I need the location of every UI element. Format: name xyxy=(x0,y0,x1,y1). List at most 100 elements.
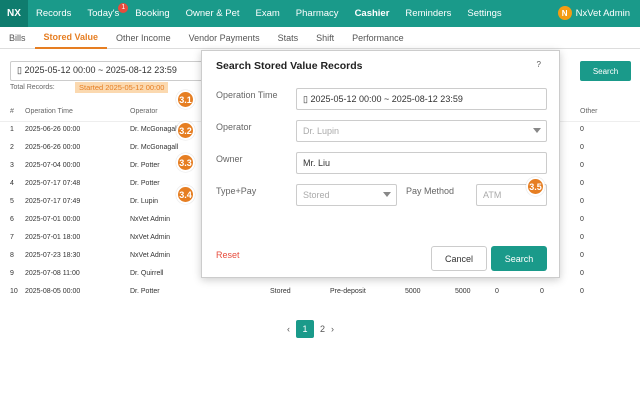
nav-todays[interactable]: Today's 1 xyxy=(79,0,129,27)
user-menu[interactable]: N NxVet Admin xyxy=(557,6,630,20)
col-number: # xyxy=(10,108,14,115)
top-navbar: NX Records Today's 1 Booking Owner & Pet … xyxy=(0,0,640,27)
search-dialog: Search Stored Value Records ? Operation … xyxy=(201,50,560,278)
cell-op: Dr. Quirrell xyxy=(130,270,164,277)
operator-value: Dr. Lupin xyxy=(303,126,340,136)
page-1-button[interactable]: 1 xyxy=(296,320,314,338)
dialog-search-button[interactable]: Search xyxy=(491,246,547,271)
operation-time-label: Operation Time xyxy=(216,90,278,100)
cell-c1: 0 xyxy=(495,288,499,295)
cell-n: 1 xyxy=(10,126,14,133)
nav-booking[interactable]: Booking xyxy=(127,0,177,27)
tab-stored-value[interactable]: Stored Value xyxy=(34,27,108,49)
dialog-title: Search Stored Value Records xyxy=(216,60,363,72)
cell-op: NxVet Admin xyxy=(130,216,171,223)
cell-other: 0 xyxy=(580,180,584,187)
cell-amt1: 5000 xyxy=(405,288,421,295)
cell-n: 6 xyxy=(10,216,14,223)
operator-select[interactable]: Dr. Lupin xyxy=(296,120,547,142)
step-marker: 3.2 xyxy=(176,121,195,140)
cell-op: Dr. Potter xyxy=(130,288,160,295)
cell-other: 0 xyxy=(580,252,584,259)
cell-time: 2025-06-26 00:00 xyxy=(25,144,81,151)
pagination: ‹ 1 2 › xyxy=(287,320,334,338)
operator-label: Operator xyxy=(216,122,252,132)
cell-n: 5 xyxy=(10,198,14,205)
help-icon[interactable]: ? xyxy=(537,60,541,69)
date-range-filter[interactable]: ▯ 2025-05-12 00:00 ~ 2025-08-12 23:59 xyxy=(10,61,210,81)
next-page-button[interactable]: › xyxy=(331,324,334,334)
operation-time-value: 2025-05-12 00:00 ~ 2025-08-12 23:59 xyxy=(310,94,463,104)
chevron-down-icon xyxy=(533,128,541,133)
prev-page-button[interactable]: ‹ xyxy=(287,324,290,334)
cell-time: 2025-06-26 00:00 xyxy=(25,126,81,133)
tab-other-income[interactable]: Other Income xyxy=(107,27,180,49)
col-operation-time: Operation Time xyxy=(25,108,73,115)
owner-input[interactable]: Mr. Liu xyxy=(296,152,547,174)
cell-other: 0 xyxy=(580,234,584,241)
tab-stats[interactable]: Stats xyxy=(269,27,308,49)
date-range-value: 2025-05-12 00:00 ~ 2025-08-12 23:59 xyxy=(24,65,177,75)
avatar: N xyxy=(557,6,572,20)
owner-value: Mr. Liu xyxy=(303,158,331,168)
reset-button[interactable]: Reset xyxy=(216,250,240,260)
nav-owner-pet[interactable]: Owner & Pet xyxy=(178,0,248,27)
page-2-button[interactable]: 2 xyxy=(320,324,325,334)
filter-tag[interactable]: Started 2025-05-12 00:00 xyxy=(75,82,169,93)
table-row[interactable]: 10 2025-08-05 00:00 Dr. Potter Stored Pre-de… xyxy=(0,284,640,302)
cell-other: 0 xyxy=(580,144,584,151)
owner-label: Owner xyxy=(216,154,243,164)
cell-time: 2025-07-23 18:30 xyxy=(25,252,81,259)
chevron-down-icon xyxy=(383,192,391,197)
cell-other: 0 xyxy=(580,288,584,295)
cell-n: 7 xyxy=(10,234,14,241)
cell-n: 2 xyxy=(10,144,14,151)
type-value: Stored xyxy=(303,190,330,200)
cell-c2: 0 xyxy=(540,288,544,295)
cell-time: 2025-07-01 00:00 xyxy=(25,216,81,223)
cell-time: 2025-07-04 00:00 xyxy=(25,162,81,169)
cell-other: 0 xyxy=(580,216,584,223)
tab-bills[interactable]: Bills xyxy=(0,27,35,49)
cell-other: 0 xyxy=(580,270,584,277)
tab-shift[interactable]: Shift xyxy=(307,27,343,49)
nav-settings[interactable]: Settings xyxy=(459,0,509,27)
app-logo[interactable]: NX xyxy=(0,0,28,27)
nav-cashier[interactable]: Cashier xyxy=(347,0,398,27)
nav-todays-label: Today's xyxy=(87,8,120,19)
cell-method: Pre-deposit xyxy=(330,288,366,295)
cell-n: 4 xyxy=(10,180,14,187)
cell-time: 2025-07-01 18:00 xyxy=(25,234,81,241)
cell-other: 0 xyxy=(580,198,584,205)
user-name: NxVet Admin xyxy=(575,7,630,19)
pay-method-value: ATM xyxy=(483,190,502,200)
page-search-button[interactable]: Search xyxy=(580,61,631,81)
cell-n: 10 xyxy=(10,288,18,295)
nav-reminders[interactable]: Reminders xyxy=(397,0,459,27)
cell-op: Dr. Potter xyxy=(130,180,160,187)
cell-op: NxVet Admin xyxy=(130,234,171,241)
type-pay-label: Type+Pay xyxy=(216,186,257,196)
total-records-label: Total Records: xyxy=(10,84,55,91)
nav-exam[interactable]: Exam xyxy=(248,0,288,27)
tab-performance[interactable]: Performance xyxy=(343,27,413,49)
sub-navbar: Bills Stored Value Other Income Vendor P… xyxy=(0,27,640,49)
cell-n: 9 xyxy=(10,270,14,277)
cell-time: 2025-07-17 07:49 xyxy=(25,198,81,205)
cell-op: Dr. Lupin xyxy=(130,198,159,205)
cell-time: 2025-07-17 07:48 xyxy=(25,180,81,187)
step-marker: 3.3 xyxy=(176,153,195,172)
nav-pharmacy[interactable]: Pharmacy xyxy=(288,0,347,27)
cancel-button[interactable]: Cancel xyxy=(431,246,487,271)
operation-time-field[interactable]: ▯ 2025-05-12 00:00 ~ 2025-08-12 23:59 xyxy=(296,88,547,110)
cell-other: 0 xyxy=(580,162,584,169)
cell-type: Stored xyxy=(270,288,291,295)
type-select[interactable]: Stored xyxy=(296,184,397,206)
col-other: Other xyxy=(580,108,598,115)
cell-n: 8 xyxy=(10,252,14,259)
col-operator: Operator xyxy=(130,108,158,115)
step-marker: 3.4 xyxy=(176,185,195,204)
nav-records[interactable]: Records xyxy=(28,0,79,27)
tab-vendor-payments[interactable]: Vendor Payments xyxy=(180,27,269,49)
cell-op: Dr. McGonagall xyxy=(130,126,179,133)
